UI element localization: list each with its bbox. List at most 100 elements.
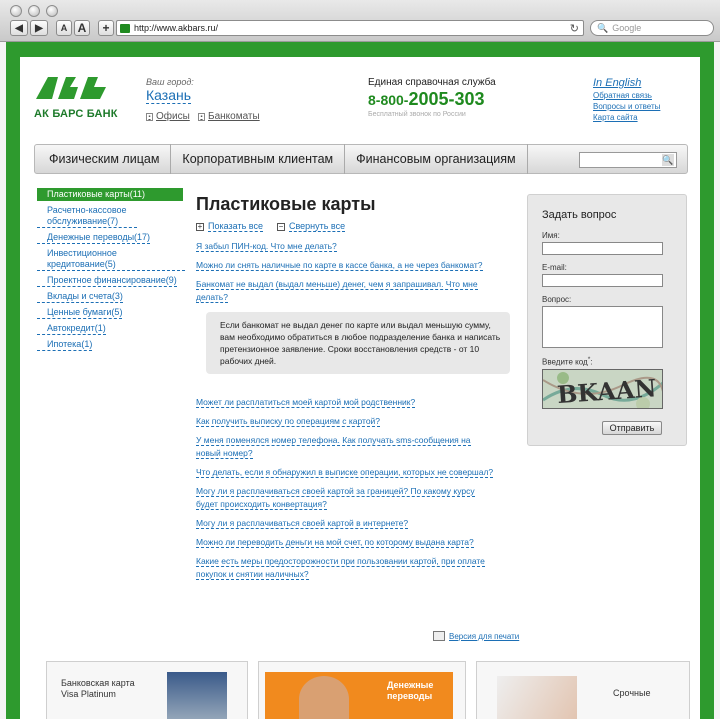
search-icon[interactable]: 🔍 [662, 154, 674, 166]
promo-text: Денежные переводы [387, 680, 434, 701]
forward-button[interactable]: ▶ [30, 20, 48, 36]
zoom-window-button[interactable] [46, 5, 58, 17]
search-placeholder: Google [612, 23, 642, 33]
faq-question[interactable]: Может ли расплатиться моей картой мой ро… [196, 396, 494, 409]
faq-question[interactable]: Можно ли снять наличные по карте в кассе… [196, 259, 494, 272]
question-text: Можно ли переводить деньги на мой счет, … [196, 537, 474, 548]
offices-link[interactable]: ▪ Офисы [146, 111, 190, 122]
question-text: Могу ли я расплачиваться своей картой за… [196, 486, 475, 510]
printer-icon [433, 631, 445, 641]
back-button[interactable]: ◀ [10, 20, 28, 36]
brand-name: АК БАРС БАНК [34, 108, 118, 120]
feedback-link[interactable]: Обратная связь [593, 90, 660, 101]
show-all-label: Показать все [208, 221, 263, 232]
reload-icon[interactable]: ↻ [570, 22, 579, 35]
sidebar-item-securities[interactable]: Ценные бумаги(5) [37, 307, 123, 319]
faq-question[interactable]: Можно ли переводить деньги на мой счет, … [196, 536, 494, 549]
category-sidebar: Пластиковые карты(11) Расчетно-кассовое … [37, 188, 185, 355]
submit-button[interactable]: Отправить [602, 421, 662, 435]
question-text: Какие есть меры предосторожности при пол… [196, 556, 485, 580]
captcha-noise-icon: BKAAN [543, 369, 662, 408]
code-label-text: Введите код [542, 357, 588, 367]
faq-question[interactable]: Что делать, если я обнаружил в выписке о… [196, 466, 494, 479]
faq-link[interactable]: Вопросы и ответы [593, 101, 660, 112]
promo-transfers[interactable]: Денежные переводы [258, 661, 466, 719]
page-title: Пластиковые карты [196, 194, 376, 214]
sidebar-item-project-finance[interactable]: Проектное финансирование(9) [37, 275, 177, 287]
faq-question[interactable]: Могу ли я расплачиваться своей картой в … [196, 517, 494, 530]
minimize-window-button[interactable] [28, 5, 40, 17]
atms-link[interactable]: ▪ Банкоматы [198, 111, 260, 122]
sidebar-item-autoloan[interactable]: Автокредит(1) [37, 323, 106, 335]
show-all-button[interactable]: + Показать все [196, 221, 263, 232]
nav-individuals[interactable]: Физическим лицам [35, 144, 172, 174]
faq-question[interactable]: У меня поменялся номер телефона. Как пол… [196, 434, 494, 460]
city-selector[interactable]: Казань [146, 87, 192, 104]
english-link[interactable]: In English [593, 78, 660, 89]
sidebar-item-deposits[interactable]: Вклады и счета(3) [37, 291, 123, 303]
question-text: Банкомат не выдал (выдал меньше) денег, … [196, 279, 478, 303]
faq-question[interactable]: Какие есть меры предосторожности при пол… [196, 555, 494, 581]
hotline-prefix: 8-800- [368, 92, 409, 108]
faq-question[interactable]: Как получить выписку по операциям с карт… [196, 415, 494, 428]
email-field[interactable] [542, 274, 663, 287]
promo-urgent[interactable]: Срочные [476, 661, 690, 719]
sidebar-item-mortgage[interactable]: Ипотека(1) [37, 339, 93, 351]
sitemap-link[interactable]: Карта сайта [593, 112, 660, 123]
text-smaller-button[interactable]: A [56, 20, 72, 36]
site-search-input[interactable]: 🔍 [579, 152, 677, 168]
site-favicon-icon [120, 23, 130, 33]
sidebar-item-transfers[interactable]: Денежные переводы(17) [37, 232, 151, 244]
sidebar-item-cash-services[interactable]: Расчетно-кассовое обслуживание(7) [37, 205, 137, 228]
promo-banners: Банковская карта Visa Platinum Денежные … [46, 661, 690, 719]
atms-label: Банкоматы [208, 111, 260, 122]
main-nav: Физическим лицам Корпоративным клиентам … [34, 144, 688, 174]
question-text: Я забыл ПИН-код. Что мне делать? [196, 241, 337, 252]
hotline-note: Бесплатный звонок по России [368, 111, 466, 118]
question-text: Может ли расплатиться моей картой мой ро… [196, 397, 416, 408]
faq-question-expanded[interactable]: Банкомат не выдал (выдал меньше) денег, … [196, 278, 494, 304]
collapse-all-label: Свернуть все [288, 221, 346, 232]
nav-financial-orgs[interactable]: Финансовым организациям [345, 144, 528, 174]
sidebar-item-cards[interactable]: Пластиковые карты(11) [37, 188, 183, 201]
promo-photo [167, 672, 227, 719]
faq-question[interactable]: Могу ли я расплачиваться своей картой за… [196, 485, 494, 511]
nav-corporate[interactable]: Корпоративным клиентам [171, 144, 346, 174]
city-label: Ваш город: [146, 77, 194, 87]
question-text: Могу ли я расплачиваться своей картой в … [196, 518, 409, 529]
ask-question-form: Задать вопрос Имя: E-mail: Вопрос: Введи… [527, 194, 687, 446]
print-version-link[interactable]: Версия для печати [433, 631, 519, 641]
hotline-label: Единая справочная служба [368, 77, 496, 88]
office-icon: ▪ [146, 112, 153, 121]
form-title: Задать вопрос [542, 209, 617, 221]
name-field[interactable] [542, 242, 663, 255]
promo-photo [497, 676, 577, 719]
captcha-image: BKAAN [542, 368, 663, 409]
add-bookmark-button[interactable]: + [98, 20, 114, 36]
faq-question[interactable]: Я забыл ПИН-код. Что мне делать? [196, 240, 494, 253]
plus-icon: + [196, 221, 204, 231]
top-links: In English Обратная связь Вопросы и отве… [593, 78, 660, 123]
address-bar[interactable]: http://www.akbars.ru/ ↻ [116, 20, 584, 36]
faq-content: Пластиковые карты + Показать все − Сверн… [196, 194, 510, 587]
browser-toolbar: ◀ ▶ A A + http://www.akbars.ru/ ↻ 🔍 Goog… [0, 0, 720, 42]
sidebar-item-investment[interactable]: Инвестиционное кредитование(5) [37, 248, 185, 271]
print-label: Версия для печати [449, 631, 520, 641]
collapse-all-button[interactable]: − Свернуть все [276, 221, 346, 232]
hotline-number: 8-800-2005-303 [368, 89, 485, 110]
text-larger-button[interactable]: A [74, 20, 90, 36]
promo-text: Срочные [613, 688, 651, 698]
question-text: Что делать, если я обнаружил в выписке о… [196, 467, 494, 478]
question-text: Как получить выписку по операциям с карт… [196, 416, 381, 427]
promo-text: Банковская карта Visa Platinum [61, 678, 135, 699]
web-page: АК БАРС БАНК Ваш город: Казань ▪ Офисы ▪… [20, 57, 700, 719]
promo-platinum[interactable]: Банковская карта Visa Platinum [46, 661, 248, 719]
browser-search-field[interactable]: 🔍 Google [590, 20, 714, 36]
question-text: У меня поменялся номер телефона. Как пол… [196, 435, 471, 459]
question-text: Можно ли снять наличные по карте в кассе… [196, 260, 483, 271]
question-label: Вопрос: [542, 295, 572, 304]
bank-logo[interactable]: АК БАРС БАНК [34, 75, 118, 120]
question-textarea[interactable] [542, 306, 663, 348]
close-window-button[interactable] [10, 5, 22, 17]
code-label-colon: : [590, 357, 593, 367]
